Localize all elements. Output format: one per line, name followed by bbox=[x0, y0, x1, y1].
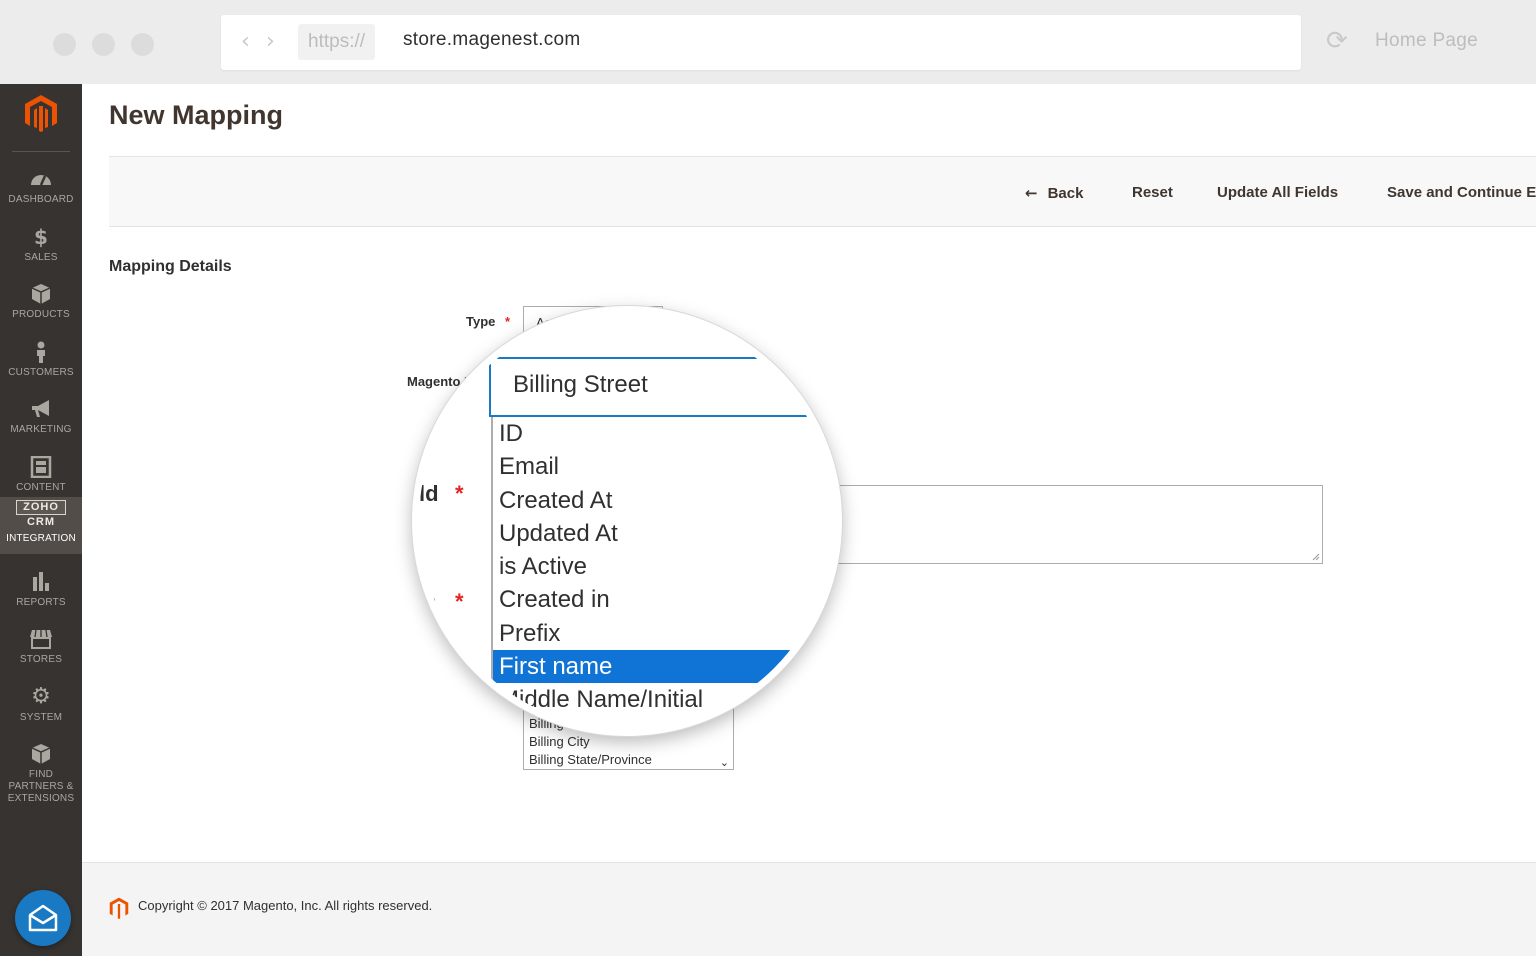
magento-logo bbox=[109, 897, 129, 919]
magnified-select[interactable]: Billing Street bbox=[489, 357, 819, 417]
cube-icon bbox=[31, 744, 51, 764]
sidebar-item-label: PRODUCTS bbox=[12, 309, 70, 320]
window-minimize-dot[interactable] bbox=[92, 33, 115, 56]
crm-logo-text: CRM bbox=[26, 516, 56, 528]
list-item[interactable]: Email bbox=[493, 450, 821, 483]
sidebar-item-label: SALES bbox=[24, 252, 58, 263]
back-arrow-icon[interactable]: ‹ bbox=[241, 29, 250, 54]
list-item-selected[interactable]: First name bbox=[493, 650, 821, 684]
messages-button[interactable] bbox=[15, 890, 71, 946]
description-textarea[interactable] bbox=[831, 485, 1323, 564]
sidebar-item-label: MARKETING bbox=[10, 424, 72, 435]
required-asterisk: * bbox=[455, 589, 464, 614]
magento-logo[interactable] bbox=[24, 94, 58, 132]
section-title: Mapping Details bbox=[109, 258, 232, 275]
sidebar-item-find-partners[interactable]: FIND PARTNERS & EXTENSIONS bbox=[0, 739, 82, 804]
back-button-label: Back bbox=[1047, 185, 1084, 202]
gear-icon: ⚙ bbox=[31, 684, 51, 709]
box-icon bbox=[31, 284, 51, 304]
list-item[interactable]: Middle Name/Initial bbox=[493, 683, 821, 716]
sidebar-item-label: INTEGRATION bbox=[6, 533, 76, 544]
window-maximize-dot[interactable] bbox=[131, 33, 154, 56]
sidebar-item-marketing[interactable]: MARKETING bbox=[0, 394, 82, 450]
sidebar-item-reports[interactable]: REPORTS bbox=[0, 567, 82, 623]
page-actions-bar: ← Back Reset Update All Fields Save and C… bbox=[109, 157, 1536, 227]
scroll-down-icon[interactable]: ⌄ bbox=[720, 756, 729, 769]
update-all-fields-button[interactable]: Update All Fields bbox=[1217, 184, 1338, 201]
page-title: New Mapping bbox=[109, 100, 283, 130]
list-item[interactable]: Updated At bbox=[493, 517, 821, 550]
sidebar-item-stores[interactable]: STORES bbox=[0, 624, 82, 680]
sidebar-item-label: REPORTS bbox=[16, 597, 66, 608]
sidebar-item-sales[interactable]: $ SALES bbox=[0, 222, 82, 278]
person-icon bbox=[37, 341, 45, 363]
home-page-link[interactable]: Home Page bbox=[1375, 30, 1478, 52]
magnifier-lens: ld * n * Billing Street ID Email Created… bbox=[412, 306, 842, 736]
page-footer: Copyright © 2017 Magento, Inc. All right… bbox=[82, 862, 1536, 956]
arrow-left-icon: ← bbox=[1025, 184, 1038, 202]
list-item[interactable]: Prefix bbox=[493, 617, 821, 650]
store-icon bbox=[30, 629, 52, 649]
list-item[interactable]: Billing State/Province bbox=[524, 751, 733, 769]
sidebar-item-label: SYSTEM bbox=[19, 712, 63, 723]
dollar-icon: $ bbox=[34, 225, 48, 249]
back-button[interactable]: ← Back bbox=[1025, 184, 1083, 202]
resize-handle-icon[interactable] bbox=[1312, 553, 1320, 561]
sidebar-item-label: FIND PARTNERS & EXTENSIONS bbox=[7, 769, 75, 804]
required-asterisk: * bbox=[455, 481, 464, 506]
sidebar-item-integration[interactable]: ZOHO CRM INTEGRATION bbox=[0, 497, 82, 554]
window-close-dot[interactable] bbox=[53, 33, 76, 56]
list-item[interactable]: ID bbox=[493, 417, 821, 450]
megaphone-icon bbox=[32, 400, 49, 417]
list-item[interactable]: is Active bbox=[493, 550, 821, 583]
sidebar-item-label: STORES bbox=[19, 654, 63, 665]
copyright-text: Copyright © 2017 Magento, Inc. All right… bbox=[138, 898, 433, 913]
magnified-option-list[interactable]: ID Email Created At Updated At is Active… bbox=[491, 417, 821, 729]
forward-arrow-icon[interactable]: › bbox=[266, 29, 275, 54]
sidebar-item-products[interactable]: PRODUCTS bbox=[0, 279, 82, 335]
sidebar-item-system[interactable]: ⚙ SYSTEM bbox=[0, 682, 82, 738]
envelope-icon bbox=[28, 904, 58, 932]
layout-icon bbox=[30, 456, 52, 478]
url-protocol: https:// bbox=[298, 24, 376, 60]
reset-button[interactable]: Reset bbox=[1132, 184, 1173, 201]
save-and-continue-button[interactable]: Save and Continue E bbox=[1387, 184, 1536, 201]
magnified-select-value: Billing Street bbox=[513, 371, 648, 398]
admin-sidebar: DASHBOARD $ SALES PRODUCTS CUSTOMERS MAR… bbox=[0, 84, 82, 956]
sidebar-item-label: CUSTOMERS bbox=[8, 367, 74, 378]
list-item[interactable]: Created in bbox=[493, 583, 821, 616]
browser-chrome: ‹ › https:// store.magenest.com ⟳ Home P… bbox=[0, 0, 1536, 84]
sidebar-item-customers[interactable]: CUSTOMERS bbox=[0, 337, 82, 393]
sidebar-item-dashboard[interactable]: DASHBOARD bbox=[0, 164, 82, 220]
bar-chart-icon bbox=[33, 572, 49, 591]
url-domain[interactable]: store.magenest.com bbox=[403, 29, 581, 51]
reload-icon[interactable]: ⟳ bbox=[1326, 26, 1348, 56]
magnified-view: ld * n * Billing Street ID Email Created… bbox=[419, 313, 835, 729]
list-item[interactable]: Created At bbox=[493, 484, 821, 517]
magnified-field-label: n bbox=[423, 589, 437, 614]
zoho-crm-logo: ZOHO bbox=[16, 500, 66, 515]
address-bar[interactable]: ‹ › https:// store.magenest.com bbox=[221, 15, 1301, 70]
zoho-logo-text: ZOHO bbox=[23, 501, 59, 513]
sidebar-item-label: CONTENT bbox=[16, 482, 66, 493]
sidebar-item-label: DASHBOARD bbox=[8, 194, 74, 205]
dashboard-icon bbox=[31, 175, 51, 186]
magnified-field-label: ld bbox=[419, 481, 439, 506]
sidebar-separator bbox=[12, 151, 70, 152]
